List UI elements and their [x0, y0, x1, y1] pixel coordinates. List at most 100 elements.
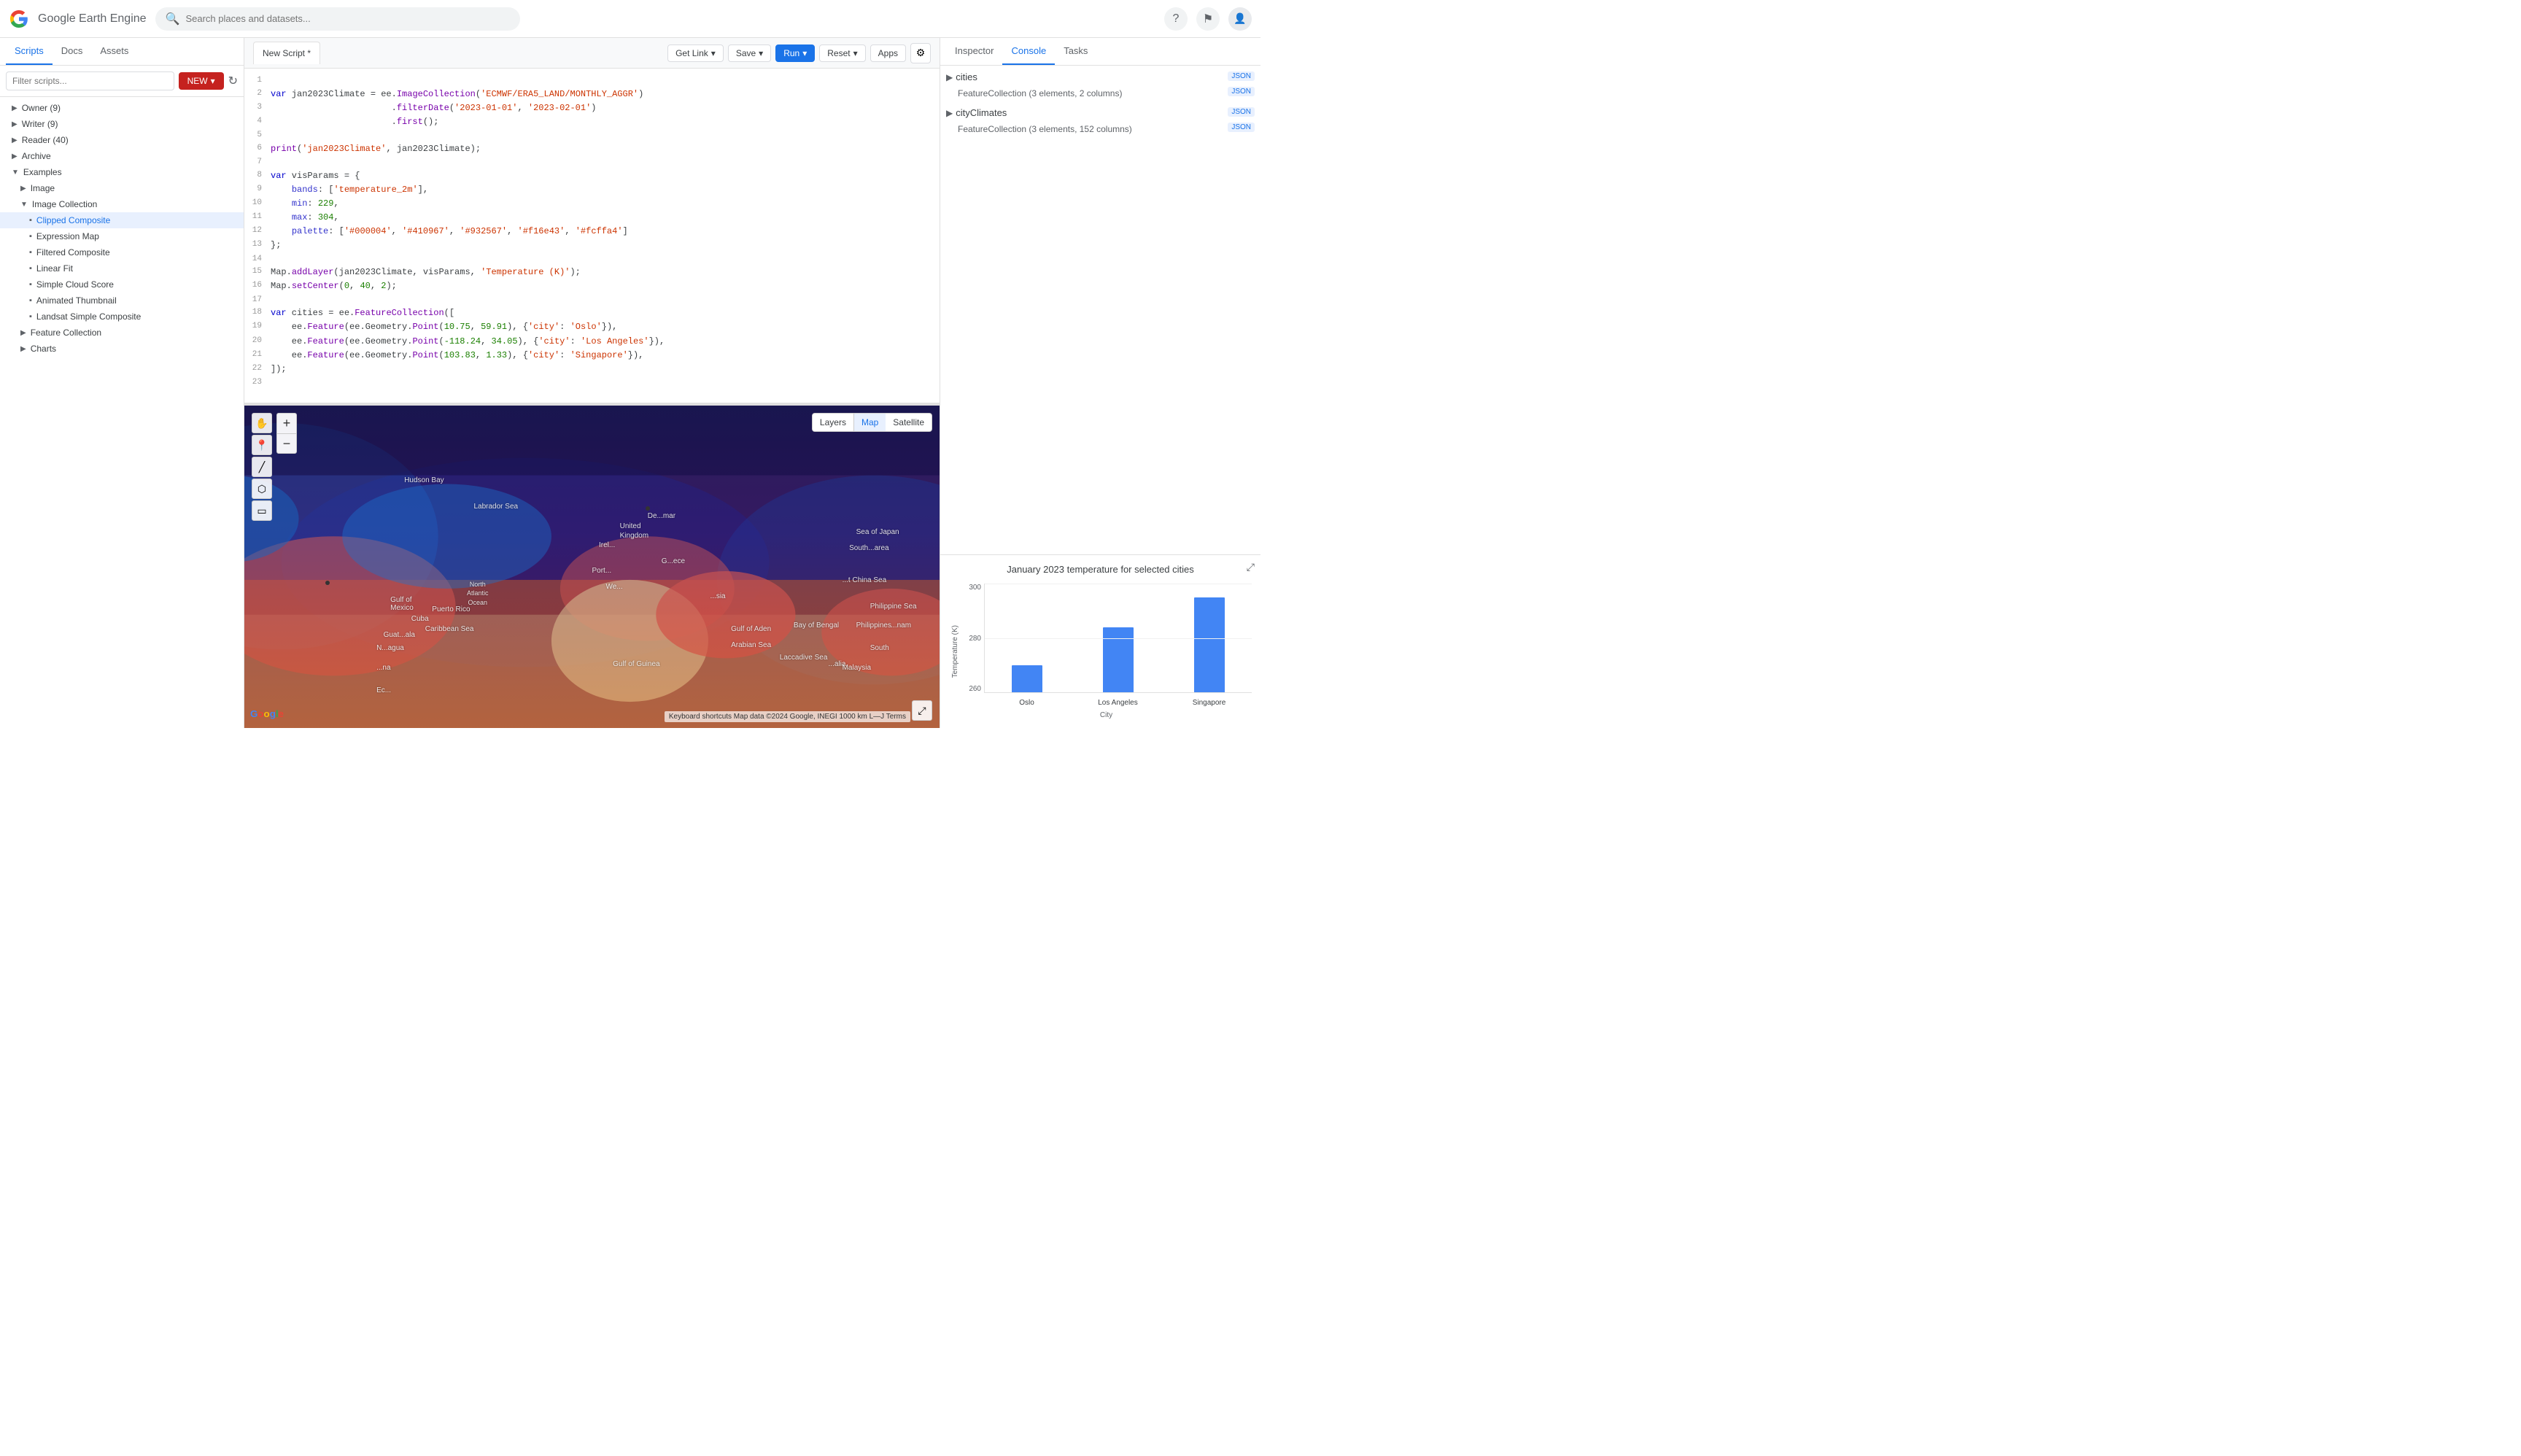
map-area[interactable]: Hudson Bay Labrador Sea NorthAtlanticOce… [244, 406, 940, 728]
tab-console[interactable]: Console [1002, 38, 1055, 65]
line-content: .first(); [271, 115, 940, 129]
line-number: 11 [244, 211, 271, 225]
refresh-icon[interactable]: ↻ [228, 74, 238, 88]
tab-scripts[interactable]: Scripts [6, 38, 53, 65]
editor-toolbar: Get Link ▾ Save ▾ Run ▾ Reset ▾ Apps [667, 43, 931, 63]
tab-inspector[interactable]: Inspector [946, 38, 1002, 65]
code-line-5: 5 [244, 129, 940, 142]
editor-tab-new-script[interactable]: New Script * [253, 42, 320, 64]
tab-tasks[interactable]: Tasks [1055, 38, 1096, 65]
poly-tool-button[interactable]: ⬡ [252, 479, 272, 499]
sidebar-item-label: Expression Map [36, 231, 99, 241]
sidebar-item-owner[interactable]: ▶ Owner (9) [0, 100, 244, 116]
heatmap-svg [244, 406, 940, 728]
arrow-icon: ▼ [20, 201, 28, 209]
x-axis-title: City [961, 708, 1252, 719]
sidebar-item-label: Writer (9) [22, 119, 58, 129]
point-tool-button[interactable]: 📍 [252, 435, 272, 455]
line-tool-button[interactable]: ╱ [252, 457, 272, 477]
x-label-la: Los Angeles [1075, 696, 1161, 707]
sidebar-item-linear-fit[interactable]: ▪ Linear Fit [0, 260, 244, 276]
map-view-button[interactable]: Map [854, 414, 886, 431]
code-line-12: 12 palette: ['#000004', '#410967', '#932… [244, 225, 940, 239]
sidebar-item-archive[interactable]: ▶ Archive [0, 148, 244, 164]
filter-scripts-input[interactable] [6, 71, 174, 90]
google-g-svg [9, 9, 29, 29]
search-bar[interactable]: 🔍 [155, 7, 520, 31]
console-key-city-climates: cityClimates [956, 107, 1007, 118]
line-number: 20 [244, 335, 271, 349]
code-editor[interactable]: 1 2 var jan2023Climate = ee.ImageCollect… [244, 69, 940, 403]
header-right: ? ⚑ 👤 [1164, 7, 1252, 31]
json-badge-cities-2[interactable]: JSON [1228, 87, 1255, 96]
json-badge-city-climates[interactable]: JSON [1228, 107, 1255, 117]
zoom-in-button[interactable]: + [276, 413, 297, 433]
chart-y-axis-label: Temperature (K) [949, 584, 961, 719]
y-axis: 300 280 260 [961, 584, 984, 693]
line-number: 1 [244, 74, 271, 88]
user-avatar[interactable]: 👤 [1228, 7, 1252, 31]
line-content: ee.Feature(ee.Geometry.Point(10.75, 59.9… [271, 320, 940, 334]
tab-docs[interactable]: Docs [53, 38, 92, 65]
code-line-15: 15 Map.addLayer(jan2023Climate, visParam… [244, 266, 940, 279]
sidebar-item-examples[interactable]: ▼ Examples [0, 164, 244, 180]
sidebar-item-writer[interactable]: ▶ Writer (9) [0, 116, 244, 132]
line-number: 23 [244, 376, 271, 390]
sidebar-item-expression-map[interactable]: ▪ Expression Map [0, 228, 244, 244]
search-icon: 🔍 [166, 12, 180, 26]
sidebar-item-feature-collection[interactable]: ▶ Feature Collection [0, 325, 244, 341]
expand-icon[interactable]: ▶ [946, 108, 953, 118]
dropdown-chevron-icon: ▾ [711, 48, 716, 58]
sidebar-item-image-collection[interactable]: ▼ Image Collection [0, 196, 244, 212]
reset-button[interactable]: Reset ▾ [819, 44, 865, 62]
chart-container: ⤢ January 2023 temperature for selected … [940, 554, 1260, 728]
sidebar-item-simple-cloud-score[interactable]: ▪ Simple Cloud Score [0, 276, 244, 293]
line-content: var visParams = { [271, 169, 940, 183]
new-script-button[interactable]: NEW ▾ [179, 72, 224, 90]
json-badge-city-climates-2[interactable]: JSON [1228, 123, 1255, 132]
sidebar-item-animated-thumbnail[interactable]: ▪ Animated Thumbnail [0, 293, 244, 309]
file-icon: ▪ [29, 216, 32, 225]
sidebar-item-label: Animated Thumbnail [36, 295, 117, 306]
sidebar-item-clipped-composite[interactable]: ▪ Clipped Composite [0, 212, 244, 228]
tab-assets[interactable]: Assets [91, 38, 137, 65]
line-number: 13 [244, 239, 271, 252]
sidebar-item-filtered-composite[interactable]: ▪ Filtered Composite [0, 244, 244, 260]
rect-tool-button[interactable]: ▭ [252, 500, 272, 521]
file-icon: ▪ [29, 280, 32, 289]
expand-icon[interactable]: ▶ [946, 72, 953, 82]
code-line-18: 18 var cities = ee.FeatureCollection([ [244, 306, 940, 320]
fullscreen-button[interactable]: ⤢ [912, 700, 932, 721]
run-dropdown-icon: ▾ [802, 48, 807, 58]
line-number: 5 [244, 129, 271, 142]
run-button[interactable]: Run ▾ [775, 44, 815, 62]
line-content: }; [271, 239, 940, 252]
layers-button[interactable]: Layers [813, 414, 854, 431]
sidebar-item-label: Reader (40) [22, 135, 69, 145]
zoom-out-button[interactable]: − [276, 433, 297, 454]
apps-button[interactable]: Apps [870, 44, 906, 62]
code-line-11: 11 max: 304, [244, 211, 940, 225]
console-value-row: FeatureCollection (3 elements, 2 columns… [946, 87, 1255, 98]
sidebar-item-reader[interactable]: ▶ Reader (40) [0, 132, 244, 148]
sidebar-item-charts[interactable]: ▶ Charts [0, 341, 244, 357]
settings-button[interactable]: ⚙ [910, 43, 931, 63]
search-input[interactable] [185, 13, 509, 24]
satellite-view-button[interactable]: Satellite [886, 414, 932, 431]
sidebar-item-image[interactable]: ▶ Image [0, 180, 244, 196]
json-badge-cities[interactable]: JSON [1228, 71, 1255, 81]
sidebar-item-landsat-simple-composite[interactable]: ▪ Landsat Simple Composite [0, 309, 244, 325]
notification-button[interactable]: ⚑ [1196, 7, 1220, 31]
line-content [271, 129, 940, 142]
get-link-button[interactable]: Get Link ▾ [667, 44, 724, 62]
line-number: 9 [244, 183, 271, 197]
zoom-controls: + − [276, 413, 297, 454]
code-line-14: 14 [244, 253, 940, 266]
help-button[interactable]: ? [1164, 7, 1188, 31]
line-content: palette: ['#000004', '#410967', '#932567… [271, 225, 940, 239]
google-footer-logo: Google [250, 707, 287, 720]
hand-tool-button[interactable]: ✋ [252, 413, 272, 433]
save-button[interactable]: Save ▾ [728, 44, 771, 62]
chart-expand-icon[interactable]: ⤢ [1247, 561, 1255, 573]
line-content: var jan2023Climate = ee.ImageCollection(… [271, 88, 940, 101]
